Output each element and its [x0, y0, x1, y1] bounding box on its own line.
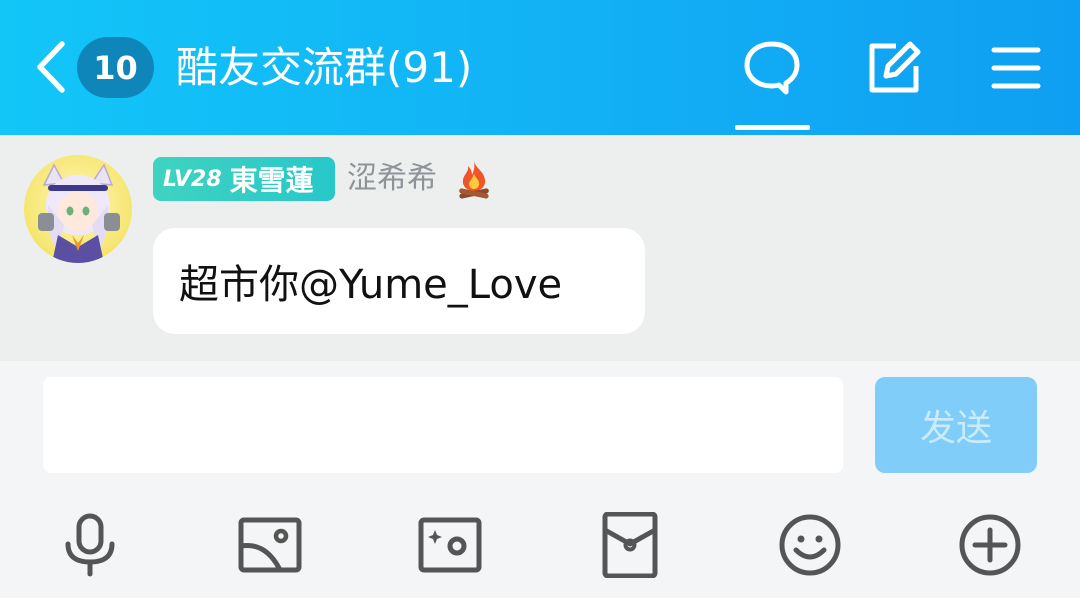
red-packet-button[interactable]	[597, 511, 663, 579]
chevron-left-icon	[37, 41, 65, 93]
user-nickname: 東雪蓮	[229, 164, 314, 197]
red-packet-icon	[602, 511, 658, 579]
camera-button[interactable]	[417, 512, 483, 578]
microphone-icon	[65, 513, 115, 577]
back-button[interactable]	[30, 36, 74, 98]
active-tab-indicator	[735, 125, 810, 130]
tab-chat[interactable]	[742, 38, 802, 98]
voice-button[interactable]	[57, 512, 123, 578]
tab-menu[interactable]	[988, 38, 1048, 98]
message-bubble[interactable]: 超市你@Yume_Love	[153, 228, 645, 334]
plus-icon	[959, 514, 1021, 576]
emoji-button[interactable]	[777, 512, 843, 578]
group-title: 酷友交流群(91)	[176, 43, 473, 92]
message-input[interactable]	[43, 377, 843, 473]
emoji-icon	[779, 514, 841, 576]
chat-header: 10 酷友交流群(91)	[0, 0, 1080, 135]
image-icon	[238, 517, 302, 573]
image-button[interactable]	[237, 512, 303, 578]
avatar[interactable]	[24, 155, 132, 263]
edit-icon	[869, 41, 921, 93]
fire-icon	[454, 158, 494, 200]
menu-icon	[991, 47, 1041, 89]
level-label: LV28	[163, 166, 222, 192]
unread-count-badge[interactable]: 10	[77, 37, 154, 98]
tab-edit[interactable]	[864, 38, 924, 98]
message-text: 超市你@Yume_Love	[179, 262, 563, 308]
sender-name[interactable]: 涩希希	[347, 158, 437, 200]
user-level-badge: LV28 東雪蓮	[153, 157, 335, 201]
anime-avatar-icon	[38, 163, 120, 263]
more-button[interactable]	[957, 512, 1023, 578]
send-button[interactable]: 发送	[875, 377, 1037, 473]
chat-bubble-icon	[744, 41, 800, 95]
camera-icon	[418, 517, 482, 573]
